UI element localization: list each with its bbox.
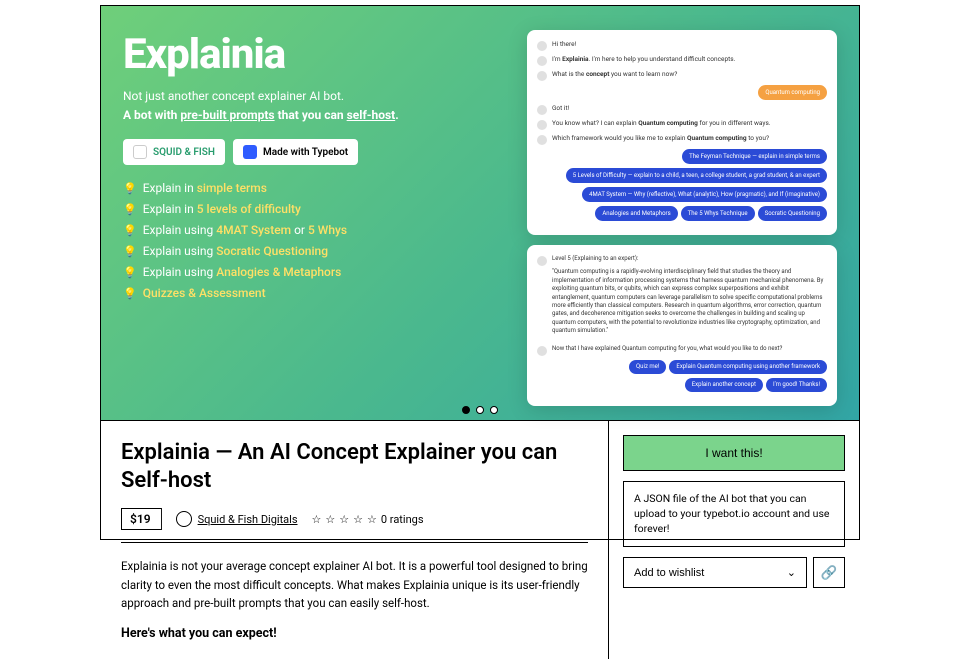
bot-avatar-icon	[537, 105, 547, 115]
option-chip: Socratic Questioning	[758, 206, 827, 221]
feature-item: 💡Quizzes & Assessment	[123, 286, 513, 300]
product-description: Explainia is not your average concept ex…	[121, 557, 588, 612]
link-icon: 🔗	[821, 565, 838, 581]
hero-subtitle: Not just another concept explainer AI bo…	[123, 87, 513, 125]
bulb-icon: 💡	[123, 182, 137, 195]
hero-banner: Explainia Not just another concept expla…	[101, 6, 859, 420]
carousel-dots[interactable]	[462, 406, 498, 414]
feature-item: 💡Explain using Analogies & Metaphors	[123, 265, 513, 279]
expect-heading: Here's what you can expect!	[121, 626, 588, 641]
chevron-down-icon: ⌄	[787, 566, 796, 579]
option-chip: The Feyman Technique — explain in simple…	[682, 149, 827, 164]
bot-avatar-icon	[537, 71, 547, 81]
seller-avatar-icon	[176, 511, 192, 527]
hero-left: Explainia Not just another concept expla…	[123, 30, 513, 406]
bot-avatar-icon	[537, 346, 547, 356]
copy-link-button[interactable]: 🔗	[813, 557, 845, 588]
badge-typebot[interactable]: Made with Typebot	[233, 139, 358, 165]
star-icon: ☆	[353, 513, 363, 526]
option-chip: The 5 Whys Technique	[681, 206, 755, 221]
seller-link[interactable]: Squid & Fish Digitals	[176, 511, 298, 527]
badge-squid-fish[interactable]: SQUID & FISH	[123, 139, 225, 165]
sidebar: I want this! A JSON file of the AI bot t…	[609, 421, 859, 659]
hero-title: Explainia	[123, 30, 513, 79]
product-info-box: A JSON file of the AI bot that you can u…	[623, 481, 845, 547]
add-to-wishlist-button[interactable]: Add to wishlist ⌄	[623, 557, 807, 588]
bot-avatar-icon	[537, 135, 547, 145]
i-want-this-button[interactable]: I want this!	[623, 435, 845, 471]
action-chip: Explain Quantum computing using another …	[669, 360, 827, 374]
badges: SQUID & FISH Made with Typebot	[123, 139, 513, 165]
carousel-dot-3[interactable]	[490, 406, 498, 414]
bulb-icon: 💡	[123, 203, 137, 216]
bot-avatar-icon	[537, 41, 547, 51]
star-icon: ☆	[325, 513, 335, 526]
star-icon: ☆	[367, 513, 377, 526]
star-icon: ☆	[339, 513, 349, 526]
bulb-icon: 💡	[123, 224, 137, 237]
feature-list: 💡Explain in simple terms 💡Explain in 5 l…	[123, 181, 513, 300]
bulb-icon: 💡	[123, 245, 137, 258]
carousel-dot-2[interactable]	[476, 406, 484, 414]
option-chip: 5 Levels of Difficulty — explain to a ch…	[566, 168, 827, 183]
feature-item: 💡Explain using 4MAT System or 5 Whys	[123, 223, 513, 237]
chat-preview-1: Hi there! I'm Explainia. I'm here to hel…	[527, 30, 837, 235]
bot-avatar-icon	[537, 56, 547, 66]
product-page: Explainia Not just another concept expla…	[100, 5, 860, 540]
price-tag: $19	[121, 508, 162, 530]
bulb-icon: 💡	[123, 287, 137, 300]
product-title: Explainia — An AI Concept Explainer you …	[121, 439, 588, 494]
action-chip: Quiz me!	[629, 360, 666, 374]
main-column: Explainia — An AI Concept Explainer you …	[101, 421, 609, 659]
carousel-dot-1[interactable]	[462, 406, 470, 414]
rating-count: 0 ratings	[381, 513, 424, 526]
bot-avatar-icon	[537, 120, 547, 130]
option-chip: 4MAT System — Why (reflective), What (an…	[582, 187, 827, 202]
feature-item: 💡Explain using Socratic Questioning	[123, 244, 513, 258]
feature-item: 💡Explain in 5 levels of difficulty	[123, 202, 513, 216]
option-chip: Analogies and Metaphors	[595, 206, 677, 221]
wishlist-row: Add to wishlist ⌄ 🔗	[623, 557, 845, 588]
hero-right: Hi there! I'm Explainia. I'm here to hel…	[527, 30, 837, 406]
squid-fish-icon	[133, 145, 147, 159]
chat-preview-2: Level 5 (Explaining to an expert): "Quan…	[527, 245, 837, 406]
bulb-icon: 💡	[123, 266, 137, 279]
action-chip: I'm good! Thanks!	[766, 378, 827, 392]
meta-row: $19 Squid & Fish Digitals ☆ ☆ ☆ ☆ ☆ 0 ra…	[121, 508, 588, 543]
rating: ☆ ☆ ☆ ☆ ☆ 0 ratings	[312, 513, 424, 526]
star-icon: ☆	[312, 513, 322, 526]
action-chip: Explain another concept	[685, 378, 763, 392]
bot-avatar-icon	[537, 256, 547, 266]
feature-item: 💡Explain in simple terms	[123, 181, 513, 195]
user-chip: Quantum computing	[758, 85, 827, 100]
typebot-icon	[243, 145, 257, 159]
